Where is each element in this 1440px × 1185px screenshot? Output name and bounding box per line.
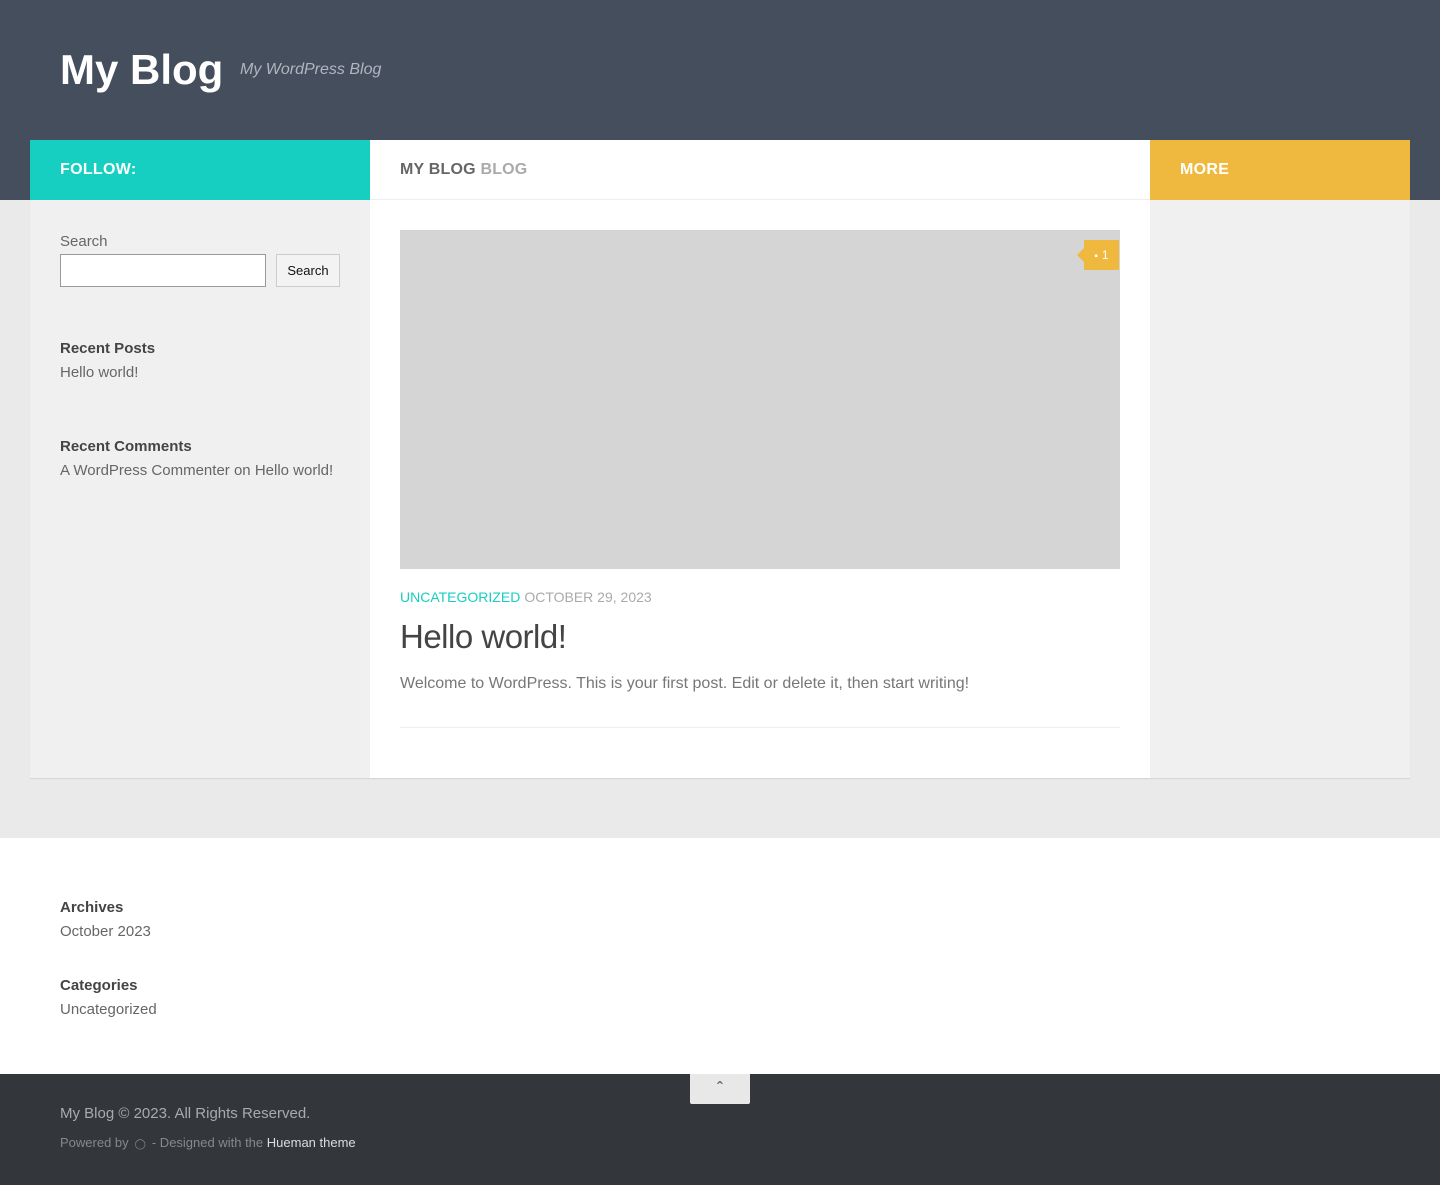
powered-by-text: Powered by <box>60 1135 129 1150</box>
page-title: MY BLOG BLOG <box>400 161 527 179</box>
recent-posts-title: Recent Posts <box>60 340 156 357</box>
footer-widgets: Archives October 2023 Categories Uncateg… <box>0 838 1440 1074</box>
post-title[interactable]: Hello world! <box>400 616 567 658</box>
sidebar-follow-header: FOLLOW: <box>30 140 370 200</box>
sidebar-more-header: MORE <box>1150 140 1410 200</box>
search-label: Search <box>60 233 108 250</box>
follow-label: FOLLOW: <box>60 161 137 178</box>
site-description: My WordPress Blog <box>240 61 382 78</box>
recent-post-link[interactable]: Hello world! <box>60 365 138 381</box>
post-thumbnail[interactable]: ▪ 1 <box>400 230 1120 569</box>
archives-title: Archives <box>60 899 124 916</box>
comment-icon: ▪ <box>1094 251 1098 262</box>
comment-count: 1 <box>1101 248 1109 262</box>
post-date: OCTOBER 29, 2023 <box>524 589 652 605</box>
copyright-text: My Blog © 2023. All Rights Reserved. <box>60 1105 311 1122</box>
main-container: FOLLOW: Search Search Recent Posts Hello… <box>30 140 1410 778</box>
archive-link[interactable]: October 2023 <box>60 924 151 940</box>
comment-author-link[interactable]: A WordPress Commenter <box>60 462 230 479</box>
recent-comment-item: A WordPress Commenter on Hello world! <box>60 463 333 479</box>
wordpress-icon[interactable]: ◯ <box>135 1139 146 1150</box>
credit-line: Powered by ◯ - Designed with the Hueman th… <box>60 1136 356 1152</box>
post-divider <box>400 727 1120 728</box>
comment-post-link[interactable]: Hello world! <box>255 462 333 479</box>
designed-with-text: - Designed with the <box>151 1135 264 1150</box>
site-title[interactable]: My Blog <box>60 44 223 96</box>
page-title-bar: MY BLOG BLOG <box>370 140 1150 200</box>
recent-comments-title: Recent Comments <box>60 438 192 455</box>
chevron-up-icon: ˆ <box>717 1079 723 1099</box>
comment-count-badge[interactable]: ▪ 1 <box>1077 240 1119 270</box>
comment-connector: on <box>229 462 255 479</box>
more-label: MORE <box>1180 161 1230 178</box>
page-title-main: MY BLOG <box>400 161 476 178</box>
categories-title: Categories <box>60 977 138 994</box>
back-to-top-button[interactable]: ˆ <box>690 1074 750 1104</box>
category-link[interactable]: Uncategorized <box>60 1002 157 1018</box>
post-meta: UNCATEGORIZED OCTOBER 29, 2023 <box>400 590 652 604</box>
post-excerpt: Welcome to WordPress. This is your first… <box>400 675 970 692</box>
post-category-link[interactable]: UNCATEGORIZED <box>400 589 520 605</box>
footer-bottom: ˆ My Blog © 2023. All Rights Reserved. P… <box>0 1074 1440 1185</box>
main-content: MY BLOG BLOG ▪ 1 UNCATEGORIZED OCTOBER 29,… <box>370 140 1150 778</box>
page-title-sub: BLOG <box>480 161 528 178</box>
search-input[interactable] <box>60 254 266 287</box>
search-button[interactable]: Search <box>276 254 340 287</box>
theme-link[interactable]: Hueman theme <box>267 1135 356 1150</box>
